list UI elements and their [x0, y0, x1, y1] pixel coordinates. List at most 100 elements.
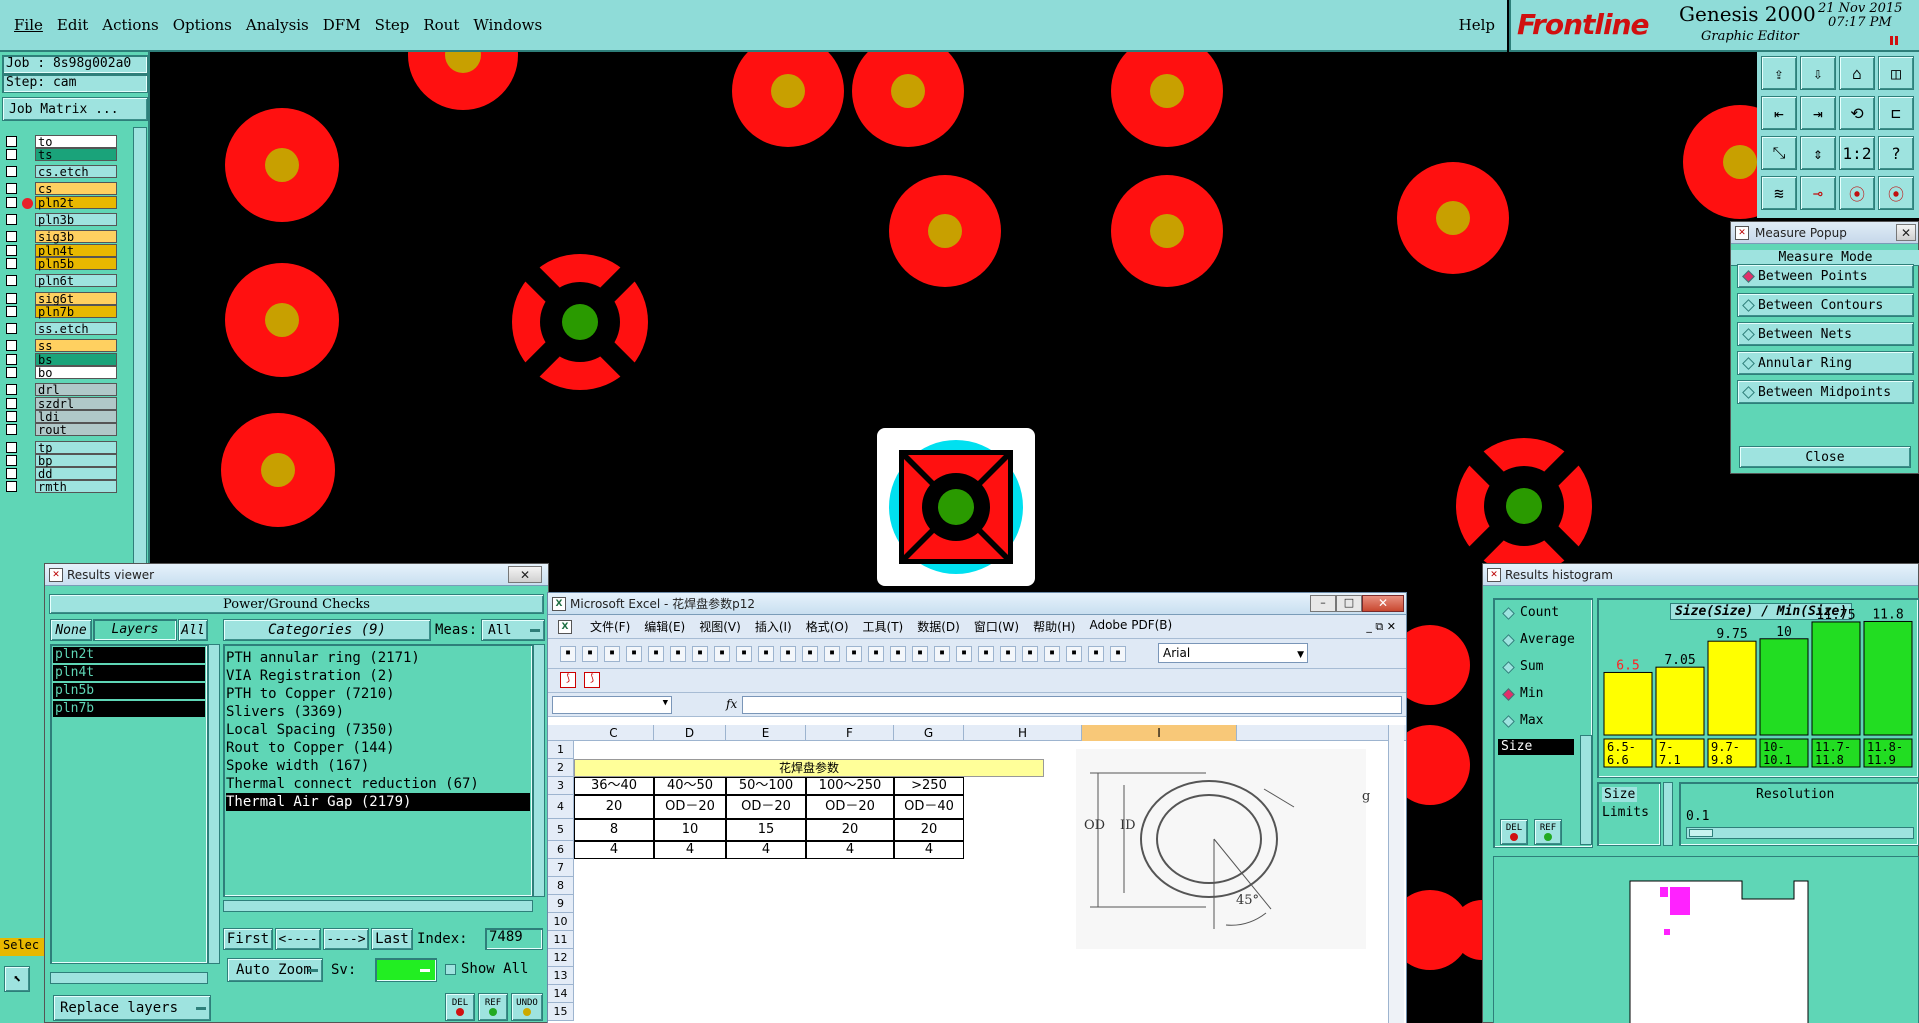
- excel-menu-item[interactable]: Adobe PDF(B): [1089, 618, 1172, 635]
- menu-step[interactable]: Step: [375, 16, 410, 34]
- histogram-bar[interactable]: [1759, 638, 1809, 736]
- result-layer-item[interactable]: pln4t: [53, 665, 205, 681]
- table-cell[interactable]: 4: [726, 841, 806, 859]
- resolution-slider[interactable]: [1686, 827, 1914, 839]
- layer-name[interactable]: sig6t: [35, 291, 117, 305]
- category-item[interactable]: Thermal connect reduction (67): [226, 775, 530, 793]
- row-header[interactable]: 7: [548, 859, 574, 877]
- pan-down-icon[interactable]: ⇩: [1800, 56, 1836, 90]
- menu-rout[interactable]: Rout: [423, 16, 459, 34]
- result-layer-item[interactable]: pln2t: [53, 647, 205, 663]
- results-close-x-icon[interactable]: ✕: [508, 566, 542, 583]
- layer-checkbox[interactable]: [6, 397, 17, 409]
- row-header[interactable]: 5: [548, 819, 574, 841]
- table-cell[interactable]: 20: [574, 795, 654, 819]
- result-layer-item[interactable]: pln5b: [53, 683, 205, 699]
- table-cell[interactable]: OD－20: [806, 795, 894, 819]
- minimize-icon[interactable]: –: [1310, 595, 1336, 612]
- menu-edit[interactable]: Edit: [57, 16, 88, 34]
- row-header[interactable]: 12: [548, 949, 574, 967]
- next-button[interactable]: ---->: [323, 928, 369, 950]
- pdf-icon[interactable]: ⟆: [560, 672, 576, 688]
- layer-checkbox[interactable]: [6, 135, 17, 147]
- layer-name[interactable]: szdrl: [35, 396, 117, 410]
- row-header[interactable]: 14: [548, 985, 574, 1003]
- hist-ref-button[interactable]: REF: [1534, 819, 1562, 845]
- column-header[interactable]: F: [806, 725, 894, 741]
- category-item[interactable]: Rout to Copper (144): [226, 739, 530, 757]
- pan-right-icon[interactable]: ⇥: [1800, 96, 1836, 130]
- layer-row-ts[interactable]: ts: [6, 147, 117, 161]
- del-button[interactable]: DEL: [445, 993, 475, 1021]
- layer-results-list[interactable]: pln2t pln4t pln5b pln7b: [50, 644, 208, 964]
- measure-option-annular-ring[interactable]: Annular Ring: [1737, 351, 1914, 375]
- excel-toolbar-icon[interactable]: ▪: [1022, 646, 1038, 662]
- layer-row-pln6t[interactable]: pln6t: [6, 274, 117, 288]
- layer-row-pln3b[interactable]: pln3b: [6, 213, 117, 227]
- board-preview[interactable]: [1493, 856, 1919, 1023]
- table-cell[interactable]: OD－40: [894, 795, 964, 819]
- result-layer-item[interactable]: pln7b: [53, 701, 205, 717]
- menu-file[interactable]: File: [14, 16, 43, 34]
- excel-menu-item[interactable]: 窗口(W): [974, 618, 1019, 635]
- layer-name[interactable]: bo: [35, 366, 117, 380]
- layer-row-ldi[interactable]: ldi: [6, 409, 117, 423]
- sv-selector[interactable]: [375, 958, 437, 982]
- aggregate-option-sum[interactable]: Sum: [1502, 659, 1543, 674]
- excel-toolbar-icon[interactable]: ▪: [802, 646, 818, 662]
- scale-icon[interactable]: 1:2: [1839, 136, 1875, 170]
- layer-row-bp[interactable]: bp: [6, 453, 117, 467]
- layer-list-scrollbar[interactable]: [208, 644, 220, 964]
- measure-option-between-contours[interactable]: Between Contours: [1737, 293, 1914, 317]
- layer-name[interactable]: drl: [35, 383, 117, 397]
- layer-name[interactable]: pln7b: [35, 304, 117, 318]
- layer-checkbox[interactable]: [6, 424, 17, 436]
- layer-checkbox[interactable]: [6, 148, 17, 160]
- font-selector[interactable]: Arial ▼: [1158, 643, 1308, 663]
- layer-row-rmth[interactable]: rmth: [6, 480, 117, 494]
- last-button[interactable]: Last: [371, 928, 413, 950]
- zoom-vertical-icon[interactable]: ⇕: [1800, 136, 1836, 170]
- aggregate-option-max[interactable]: Max: [1502, 713, 1543, 728]
- row-header[interactable]: 3: [548, 777, 574, 795]
- layer-name[interactable]: pln4t: [35, 243, 117, 257]
- size-list-item[interactable]: Size: [1498, 739, 1574, 755]
- excel-toolbar-icon[interactable]: ▪: [1110, 646, 1126, 662]
- layer-checkbox[interactable]: [6, 214, 17, 225]
- layer-checkbox[interactable]: [6, 353, 17, 365]
- layer-checkbox[interactable]: [6, 481, 17, 493]
- layer-checkbox[interactable]: [6, 384, 17, 396]
- layer-checkbox[interactable]: [6, 410, 17, 422]
- column-header[interactable]: I: [1082, 725, 1237, 741]
- menu-windows[interactable]: Windows: [473, 16, 542, 34]
- split-icon[interactable]: ⊏: [1878, 96, 1914, 130]
- vertical-scrollbar[interactable]: [1388, 725, 1404, 1023]
- measure-option-between-points[interactable]: Between Points: [1737, 264, 1914, 288]
- row-header[interactable]: 8: [548, 877, 574, 895]
- excel-toolbar-icon[interactable]: ▪: [758, 646, 774, 662]
- layer-checkbox[interactable]: [6, 468, 17, 480]
- excel-toolbar-icon[interactable]: ▪: [714, 646, 730, 662]
- layer-checkbox[interactable]: [6, 196, 17, 208]
- excel-toolbar-icon[interactable]: ▪: [560, 646, 576, 662]
- excel-menu-item[interactable]: 编辑(E): [644, 618, 685, 635]
- table-cell[interactable]: 10: [654, 819, 726, 841]
- table-cell[interactable]: 15: [726, 819, 806, 841]
- excel-toolbar-icon[interactable]: ▪: [956, 646, 972, 662]
- undo-button[interactable]: UNDO: [511, 993, 543, 1021]
- first-button[interactable]: First: [223, 928, 273, 950]
- layer-name[interactable]: bs: [35, 352, 117, 366]
- snap-icon[interactable]: ≋: [1761, 176, 1797, 210]
- excel-toolbar-icon[interactable]: ▪: [1044, 646, 1060, 662]
- table-cell[interactable]: 40～50: [654, 777, 726, 795]
- select-tool-icon[interactable]: ⬉: [4, 966, 30, 992]
- layer-name[interactable]: sig3b: [35, 230, 117, 244]
- table-cell[interactable]: OD－20: [726, 795, 806, 819]
- measure-icon[interactable]: ⊸: [1800, 176, 1836, 210]
- layer-checkbox[interactable]: [6, 166, 17, 178]
- highlight-icon[interactable]: ⦿: [1878, 176, 1914, 210]
- category-list[interactable]: PTH annular ring (2171) VIA Registration …: [223, 644, 533, 897]
- table-cell[interactable]: 4: [654, 841, 726, 859]
- excel-menu-item[interactable]: 工具(T): [863, 618, 904, 635]
- layer-name[interactable]: to: [35, 134, 117, 148]
